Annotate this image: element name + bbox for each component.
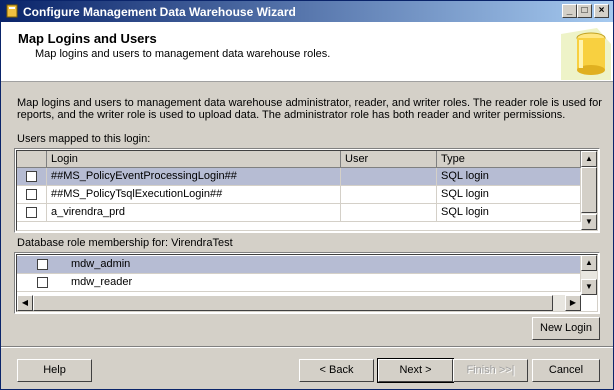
- scroll-up-icon[interactable]: ▲: [581, 151, 597, 167]
- wizard-window: Configure Management Data Warehouse Wiza…: [0, 0, 614, 390]
- roles-horizontal-scrollbar[interactable]: ◀ ▶: [17, 295, 581, 311]
- users-section-label: Users mapped to this login:: [17, 133, 151, 145]
- role-checkbox[interactable]: [37, 259, 48, 270]
- page-description: Map logins and users to management data …: [17, 97, 602, 121]
- scroll-right-icon[interactable]: ▶: [565, 295, 581, 311]
- login-cell: ##MS_PolicyTsqlExecutionLogin##: [47, 186, 341, 204]
- back-button[interactable]: < Back: [299, 359, 374, 382]
- warehouse-cylinder-icon: [557, 24, 611, 80]
- scroll-left-icon[interactable]: ◀: [17, 295, 33, 311]
- row-checkbox[interactable]: [26, 171, 37, 182]
- scroll-down-icon[interactable]: ▼: [581, 279, 597, 295]
- page-subtitle: Map logins and users to management data …: [35, 48, 331, 60]
- scroll-down-icon[interactable]: ▼: [581, 214, 597, 230]
- user-cell: [341, 168, 437, 186]
- new-login-button[interactable]: New Login: [532, 317, 600, 340]
- user-cell: [341, 186, 437, 204]
- users-vertical-scrollbar[interactable]: ▲ ▼: [581, 151, 597, 230]
- finish-button[interactable]: Finish >>|: [453, 359, 528, 382]
- login-cell: a_virendra_prd: [47, 204, 341, 222]
- type-cell: SQL login: [437, 168, 581, 186]
- row-checkbox[interactable]: [26, 207, 37, 218]
- col-header-check[interactable]: [17, 151, 47, 168]
- wizard-header: Map Logins and Users Map logins and user…: [1, 22, 613, 82]
- minimize-button[interactable]: _: [562, 4, 577, 18]
- maximize-icon: □: [581, 5, 588, 16]
- title-bar[interactable]: Configure Management Data Warehouse Wiza…: [1, 1, 613, 22]
- user-cell: [341, 204, 437, 222]
- help-button[interactable]: Help: [17, 359, 92, 382]
- col-header-user[interactable]: User: [341, 151, 437, 168]
- users-grid: Login User Type ##MS_PolicyEventProcessi…: [14, 148, 600, 233]
- col-header-login[interactable]: Login: [47, 151, 341, 168]
- role-name: mdw_admin: [67, 256, 581, 274]
- login-cell: ##MS_PolicyEventProcessingLogin##: [47, 168, 341, 186]
- next-button[interactable]: Next >: [377, 358, 454, 383]
- minimize-icon: _: [566, 5, 573, 16]
- row-checkbox[interactable]: [26, 189, 37, 200]
- maximize-button[interactable]: □: [577, 4, 592, 18]
- type-cell: SQL login: [437, 186, 581, 204]
- scroll-thumb[interactable]: [581, 167, 597, 213]
- scroll-up-icon[interactable]: ▲: [581, 255, 597, 271]
- role-name: mdw_reader: [67, 274, 581, 292]
- window-title: Configure Management Data Warehouse Wiza…: [23, 5, 296, 19]
- col-header-type[interactable]: Type: [437, 151, 581, 168]
- roles-section-label: Database role membership for: VirendraTe…: [17, 237, 233, 249]
- roles-grid: mdw_admin mdw_reader ▲ ▼ ◀ ▶: [14, 252, 600, 314]
- cancel-button[interactable]: Cancel: [532, 359, 600, 382]
- page-title: Map Logins and Users: [18, 31, 157, 46]
- close-button[interactable]: ×: [594, 4, 609, 18]
- separator: [1, 346, 613, 348]
- app-icon: [6, 4, 18, 18]
- scroll-thumb[interactable]: [33, 295, 553, 311]
- type-cell: SQL login: [437, 204, 581, 222]
- close-icon: ×: [598, 5, 605, 16]
- roles-vertical-scrollbar[interactable]: ▲ ▼: [581, 255, 597, 295]
- role-checkbox[interactable]: [37, 277, 48, 288]
